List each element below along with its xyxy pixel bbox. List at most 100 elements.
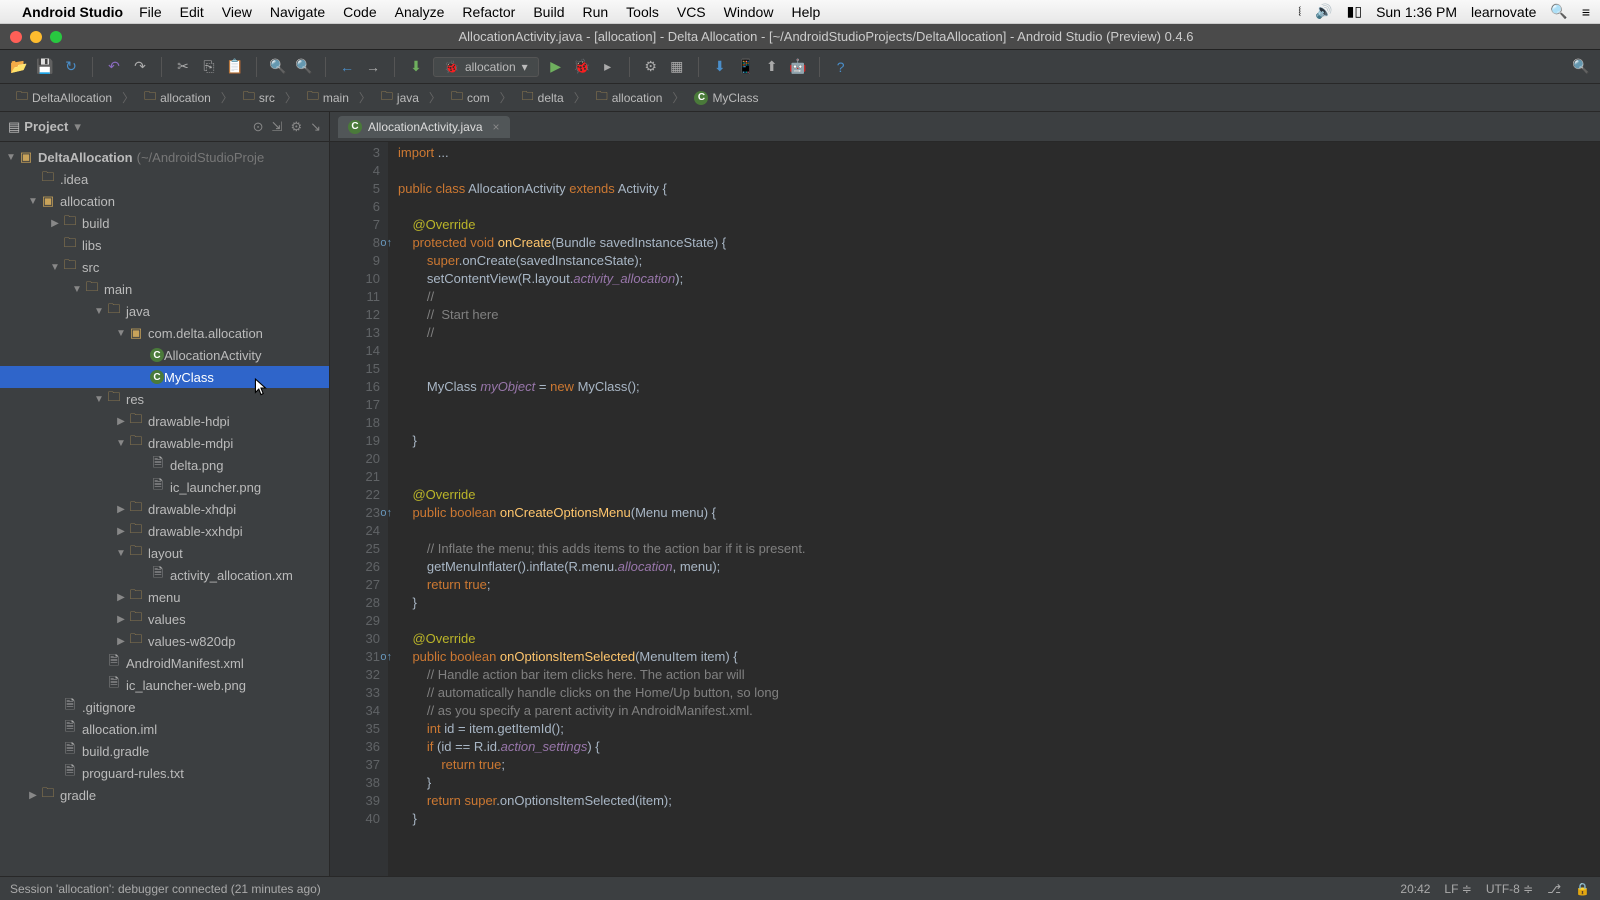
line-separator[interactable]: LF ≑ <box>1444 882 1471 896</box>
forward-icon[interactable]: → <box>364 58 382 76</box>
breadcrumb-item[interactable]: 🗀 delta <box>516 85 570 110</box>
breadcrumb-item[interactable]: 🗀 java <box>375 85 425 110</box>
debug-button[interactable]: 🐞 <box>573 58 591 76</box>
project-tree[interactable]: ▼ ▣ DeltaAllocation (~/AndroidStudioProj… <box>0 142 329 876</box>
tree-item-drawable-hdpi[interactable]: ▶🗀drawable-hdpi <box>0 410 329 432</box>
notifications-icon[interactable]: ≡ <box>1582 4 1590 20</box>
run-button[interactable]: ▶ <box>547 58 565 76</box>
help-icon[interactable]: ? <box>832 58 850 76</box>
zoom-window-button[interactable] <box>50 31 62 43</box>
copy-icon[interactable]: ⎘ <box>200 58 218 76</box>
sync-icon[interactable]: ↻ <box>62 58 80 76</box>
close-tab-icon[interactable]: × <box>493 120 500 134</box>
attach-debugger-icon[interactable]: ▸ <box>599 58 617 76</box>
project-panel-label[interactable]: Project <box>24 119 68 134</box>
redo-icon[interactable]: ↷ <box>131 58 149 76</box>
chevron-down-icon[interactable]: ▾ <box>74 119 81 135</box>
collapse-icon[interactable]: ⇲ <box>272 119 283 135</box>
tree-item-menu[interactable]: ▶🗀menu <box>0 586 329 608</box>
breadcrumb-item[interactable]: 🗀 allocation <box>138 85 217 110</box>
ddms-icon[interactable]: ⬆ <box>763 58 781 76</box>
tree-item-drawable-xhdpi[interactable]: ▶🗀drawable-xhdpi <box>0 498 329 520</box>
menu-edit[interactable]: Edit <box>180 4 204 20</box>
menu-tools[interactable]: Tools <box>626 4 659 20</box>
gear-icon[interactable]: ⚙ <box>290 119 302 135</box>
menu-view[interactable]: View <box>222 4 252 20</box>
replace-icon[interactable]: 🔍 <box>295 58 313 76</box>
tree-item-allocationactivity[interactable]: C AllocationActivity <box>0 344 329 366</box>
tree-item-proguard-rules-txt[interactable]: 🗎proguard-rules.txt <box>0 762 329 784</box>
open-icon[interactable]: 📂 <box>10 58 28 76</box>
tree-item-allocation-iml[interactable]: 🗎allocation.iml <box>0 718 329 740</box>
tree-item-com-delta-allocation[interactable]: ▼▣com.delta.allocation <box>0 322 329 344</box>
git-icon[interactable]: ⎇ <box>1547 882 1561 896</box>
tree-item-main[interactable]: ▼🗀main <box>0 278 329 300</box>
close-window-button[interactable] <box>10 31 22 43</box>
tree-item-delta-png[interactable]: 🗎delta.png <box>0 454 329 476</box>
code-editor[interactable]: 345678o↑91011121314151617181920212223o↑2… <box>330 142 1600 876</box>
avd-manager-icon[interactable]: 📱 <box>737 58 755 76</box>
tree-item-build[interactable]: ▶🗀build <box>0 212 329 234</box>
tree-item-gradle[interactable]: ▶🗀gradle <box>0 784 329 806</box>
spotlight-icon[interactable]: 🔍 <box>1550 3 1567 20</box>
tree-item-build-gradle[interactable]: 🗎build.gradle <box>0 740 329 762</box>
settings-icon[interactable]: ⚙ <box>642 58 660 76</box>
menu-code[interactable]: Code <box>343 4 376 20</box>
make-icon[interactable]: ⬇ <box>407 58 425 76</box>
tree-item-java[interactable]: ▼🗀java <box>0 300 329 322</box>
menu-refactor[interactable]: Refactor <box>462 4 515 20</box>
tree-item-ic-launcher-png[interactable]: 🗎ic_launcher.png <box>0 476 329 498</box>
breadcrumb-item[interactable]: 🗀 src <box>237 85 281 110</box>
hide-icon[interactable]: ↘ <box>310 119 321 135</box>
tree-item-ic-launcher-web-png[interactable]: 🗎ic_launcher-web.png <box>0 674 329 696</box>
tree-item-res[interactable]: ▼🗀res <box>0 388 329 410</box>
breadcrumb-item[interactable]: 🗀 com <box>445 85 496 110</box>
menu-window[interactable]: Window <box>724 4 774 20</box>
tree-item-androidmanifest-xml[interactable]: 🗎AndroidManifest.xml <box>0 652 329 674</box>
minimize-window-button[interactable] <box>30 31 42 43</box>
menu-analyze[interactable]: Analyze <box>395 4 445 20</box>
menu-navigate[interactable]: Navigate <box>270 4 325 20</box>
sdk-manager-icon[interactable]: ⬇ <box>711 58 729 76</box>
file-encoding[interactable]: UTF-8 ≑ <box>1486 882 1533 896</box>
line-gutter[interactable]: 345678o↑91011121314151617181920212223o↑2… <box>330 142 388 876</box>
scroll-target-icon[interactable]: ⊙ <box>253 119 264 135</box>
user-menu[interactable]: learnovate <box>1471 4 1536 20</box>
menu-vcs[interactable]: VCS <box>677 4 706 20</box>
tree-item-values-w820dp[interactable]: ▶🗀values-w820dp <box>0 630 329 652</box>
tree-item-myclass[interactable]: C MyClass <box>0 366 329 388</box>
cut-icon[interactable]: ✂ <box>174 58 192 76</box>
save-icon[interactable]: 💾 <box>36 58 54 76</box>
lock-icon[interactable]: 🔒 <box>1575 882 1590 896</box>
app-name[interactable]: Android Studio <box>22 4 123 20</box>
run-configuration-selector[interactable]: 🐞 allocation ▾ <box>433 57 539 77</box>
project-structure-icon[interactable]: ▦ <box>668 58 686 76</box>
volume-icon[interactable]: 🔊 <box>1315 3 1332 20</box>
menu-help[interactable]: Help <box>791 4 820 20</box>
code-content[interactable]: import ... public class AllocationActivi… <box>388 142 1600 876</box>
wifi-icon[interactable]: ⧙ <box>1298 3 1301 20</box>
clock[interactable]: Sun 1:36 PM <box>1376 4 1457 20</box>
tree-item-activity-allocation-xm[interactable]: 🗎activity_allocation.xm <box>0 564 329 586</box>
tree-item-allocation[interactable]: ▼▣allocation <box>0 190 329 212</box>
tree-item--idea[interactable]: 🗀.idea <box>0 168 329 190</box>
editor-tab-allocation-activity[interactable]: C AllocationActivity.java × <box>338 116 510 138</box>
breadcrumb-item[interactable]: 🗀 allocation <box>590 85 669 110</box>
search-everywhere-icon[interactable]: 🔍 <box>1572 58 1590 76</box>
caret-position[interactable]: 20:42 <box>1400 882 1430 896</box>
menu-file[interactable]: File <box>139 4 162 20</box>
find-icon[interactable]: 🔍 <box>269 58 287 76</box>
back-icon[interactable]: ← <box>338 58 356 76</box>
android-icon[interactable]: 🤖 <box>789 58 807 76</box>
battery-icon[interactable]: ▮▯ <box>1347 3 1362 20</box>
breadcrumb-item[interactable]: 🗀 DeltaAllocation <box>10 85 118 110</box>
menu-run[interactable]: Run <box>582 4 608 20</box>
menu-build[interactable]: Build <box>533 4 564 20</box>
tree-item-drawable-xxhdpi[interactable]: ▶🗀drawable-xxhdpi <box>0 520 329 542</box>
tree-item-values[interactable]: ▶🗀values <box>0 608 329 630</box>
breadcrumb-item[interactable]: C MyClass <box>688 89 764 107</box>
tree-item-layout[interactable]: ▼🗀layout <box>0 542 329 564</box>
paste-icon[interactable]: 📋 <box>226 58 244 76</box>
undo-icon[interactable]: ↶ <box>105 58 123 76</box>
tree-item-libs[interactable]: 🗀libs <box>0 234 329 256</box>
